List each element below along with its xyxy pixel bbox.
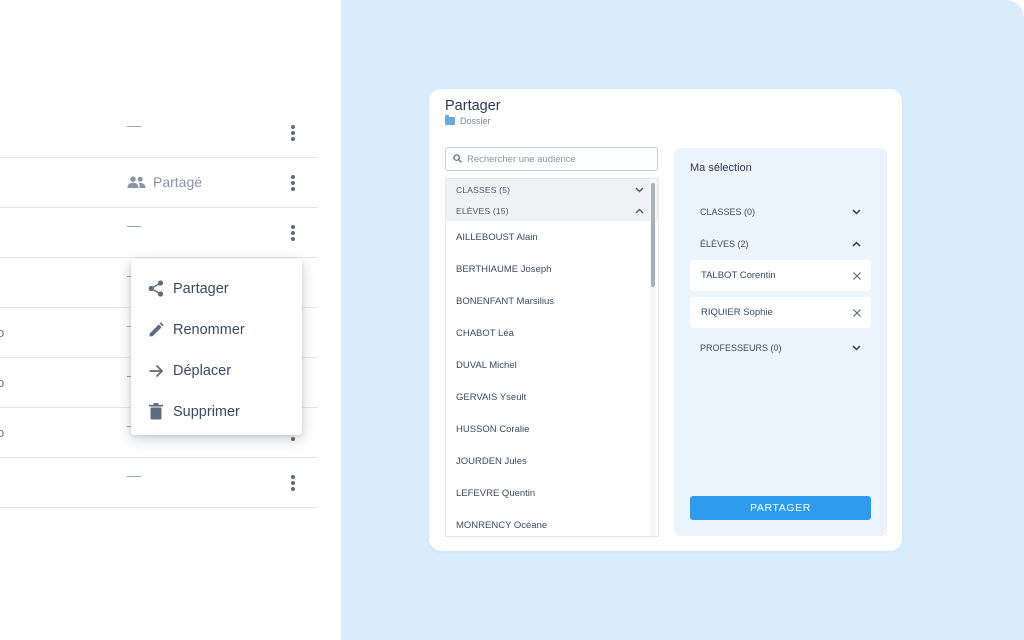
student-list-item[interactable]: GERVAIS Yseult [446, 381, 658, 413]
more-vert-icon[interactable] [287, 473, 299, 493]
more-vert-icon[interactable] [287, 123, 299, 143]
share-status-label: Partagé [153, 174, 203, 190]
scrollbar-thumb[interactable] [651, 183, 655, 287]
file-row[interactable] [0, 458, 318, 508]
share-status [127, 474, 141, 477]
dialog-subtitle-label: Dossier [460, 116, 491, 126]
context-item-label: Supprimer [173, 403, 240, 420]
search-input[interactable] [467, 153, 647, 165]
selection-group-label: PROFESSEURS (0) [700, 343, 782, 353]
student-list-item[interactable]: CHABOT Léa [446, 317, 658, 349]
group-header-eleves[interactable]: ELÈVES (15) [446, 200, 658, 221]
student-list-item[interactable]: MONRENCY Océane [446, 509, 658, 536]
file-row[interactable]: Partagé [0, 158, 318, 208]
student-list-item[interactable]: JOURDEN Jules [446, 445, 658, 477]
more-vert-icon[interactable] [287, 223, 299, 243]
chevron-up-icon [635, 206, 644, 216]
share-status [127, 224, 141, 227]
empty-status-dash [127, 226, 141, 227]
chevron-down-icon [852, 343, 861, 353]
selected-student-chip: RIQUIER Sophie [690, 297, 871, 328]
folder-icon [445, 115, 455, 125]
selection-panel: Ma sélection CLASSES (0) ÉLÈVES (2) TALB… [674, 148, 887, 536]
context-item-share[interactable]: Partager [131, 268, 302, 309]
people-icon [127, 176, 146, 188]
file-list-pane: Partagé o o o Partager Renommer Déplacer Su… [0, 0, 340, 640]
dialog-subtitle: Dossier [445, 115, 491, 126]
context-item-rename[interactable]: Renommer [131, 309, 302, 350]
close-icon[interactable] [853, 271, 861, 280]
student-list-item[interactable]: DUVAL Michel [446, 349, 658, 381]
context-item-label: Déplacer [173, 362, 232, 379]
pencil-icon [147, 321, 165, 339]
context-item-label: Partager [173, 280, 229, 297]
trash-icon [147, 403, 165, 421]
audience-search[interactable] [445, 147, 658, 171]
selection-group-eleves[interactable]: ÉLÈVES (2) [690, 234, 871, 254]
more-vert-icon[interactable] [287, 173, 299, 193]
file-name-partial: o [0, 425, 5, 440]
chevron-up-icon [852, 239, 861, 249]
close-icon[interactable] [853, 308, 861, 317]
file-row[interactable] [0, 108, 318, 158]
selection-group-label: CLASSES (0) [700, 207, 756, 217]
student-list-item[interactable]: BONENFANT Marsilius [446, 285, 658, 317]
share-icon [147, 280, 165, 298]
selected-student-name: RIQUIER Sophie [701, 307, 773, 318]
file-name-partial: o [0, 325, 5, 340]
context-item-move[interactable]: Déplacer [131, 350, 302, 391]
student-list-item[interactable]: HUSSON Coralie [446, 413, 658, 445]
share-status [127, 124, 141, 127]
selection-group-professeurs[interactable]: PROFESSEURS (0) [690, 338, 871, 358]
selection-title: Ma sélection [690, 162, 752, 174]
group-header-label: CLASSES (5) [456, 184, 511, 195]
arrow-right-icon [147, 362, 165, 380]
share-dialog: Partager Dossier CLASSES (5) ELÈVES (15)… [429, 89, 902, 551]
chevron-down-icon [635, 185, 644, 195]
context-item-label: Renommer [173, 321, 245, 338]
chevron-down-icon [852, 207, 861, 217]
empty-status-dash [127, 126, 141, 127]
search-icon [453, 150, 462, 168]
student-list-item[interactable]: BERTHIAUME Joseph [446, 253, 658, 285]
selection-group-classes[interactable]: CLASSES (0) [690, 202, 871, 222]
student-list-item[interactable]: LEFEVRE Quentin [446, 477, 658, 509]
group-header-label: ELÈVES (15) [456, 205, 509, 216]
selected-student-chip: TALBOT Corentin [690, 260, 871, 291]
empty-status-dash [127, 476, 141, 477]
share-button[interactable]: PARTAGER [690, 496, 871, 520]
audience-list: CLASSES (5) ELÈVES (15) AILLEBOUST Alain… [445, 178, 659, 537]
group-header-classes[interactable]: CLASSES (5) [446, 179, 658, 200]
file-name-partial: o [0, 375, 5, 390]
share-status: Partagé [127, 174, 202, 190]
selected-student-name: TALBOT Corentin [701, 270, 776, 281]
file-row[interactable] [0, 208, 318, 258]
dialog-title: Partager [445, 98, 501, 114]
selection-group-label: ÉLÈVES (2) [700, 239, 749, 249]
context-item-delete[interactable]: Supprimer [131, 391, 302, 432]
student-list-item[interactable]: AILLEBOUST Alain [446, 221, 658, 253]
context-menu: Partager Renommer Déplacer Supprimer [131, 259, 302, 435]
